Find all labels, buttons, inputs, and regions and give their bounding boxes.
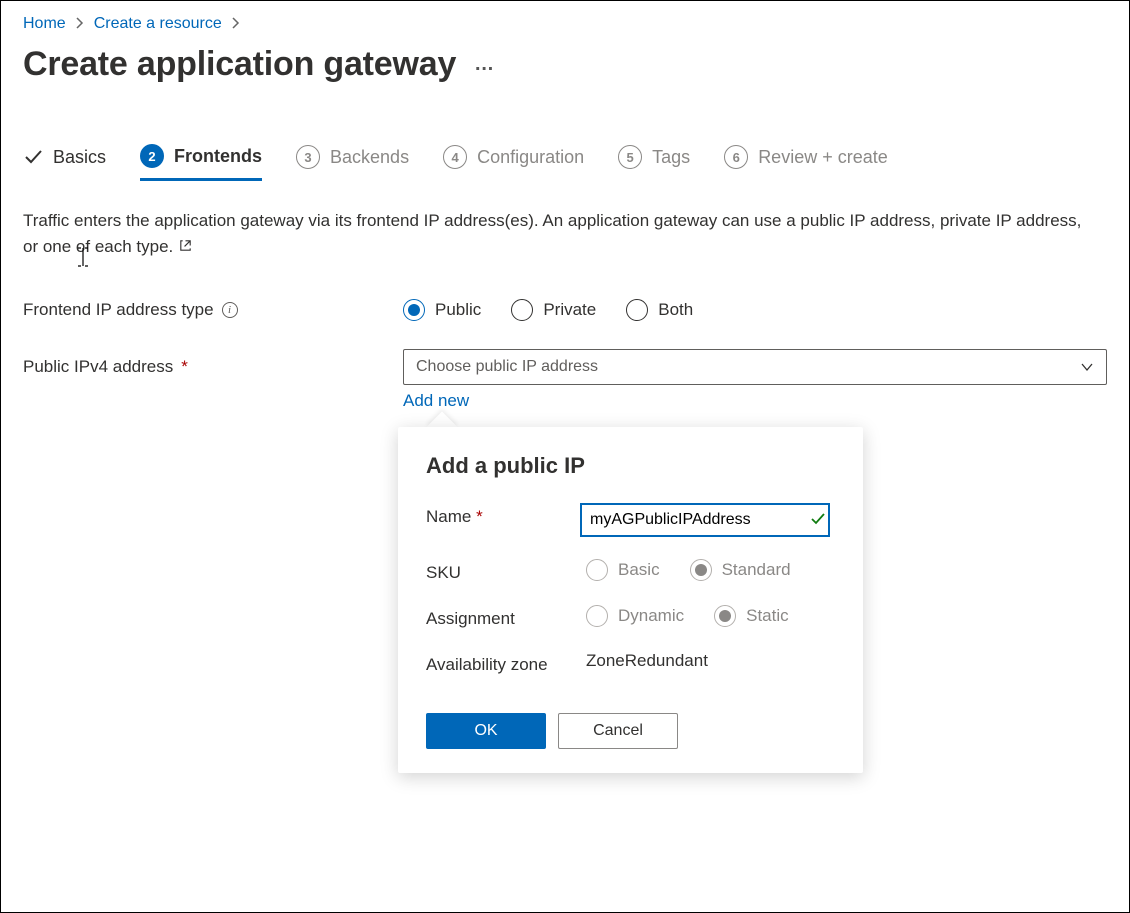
page-title: Create application gateway … [23, 45, 1107, 84]
radio-sku-standard: Standard [690, 559, 791, 581]
callout-buttons: OK Cancel [426, 713, 835, 749]
label-assignment: Assignment [426, 605, 586, 629]
step-number-5-icon: 5 [618, 145, 642, 169]
radio-label: Basic [618, 560, 660, 580]
label-text: Frontend IP address type [23, 300, 214, 320]
frontends-form: Frontend IP address type i Public Privat… [23, 295, 1107, 411]
radio-label: Private [543, 300, 596, 320]
row-public-ipv4: Public IPv4 address * Choose public IP a… [23, 349, 1107, 385]
row-frontend-ip-type: Frontend IP address type i Public Privat… [23, 295, 1107, 325]
breadcrumb: Home Create a resource [23, 15, 1107, 33]
valid-check-icon [809, 510, 827, 528]
label-text: Name [426, 507, 471, 526]
tab-tags[interactable]: 5 Tags [618, 145, 690, 179]
ok-button[interactable]: OK [426, 713, 546, 749]
tab-frontends[interactable]: 2 Frontends [140, 144, 262, 181]
more-actions-icon[interactable]: … [474, 53, 496, 76]
chevron-right-icon [232, 17, 240, 32]
label-frontend-ip-type: Frontend IP address type i [23, 300, 403, 320]
radio-dot-icon [626, 299, 648, 321]
breadcrumb-home[interactable]: Home [23, 15, 66, 33]
label-sku: SKU [426, 559, 586, 583]
add-new-public-ip-link[interactable]: Add new [403, 391, 469, 410]
tab-backends[interactable]: 3 Backends [296, 145, 409, 179]
radio-assignment-static: Static [714, 605, 789, 627]
radio-sku-basic: Basic [586, 559, 660, 581]
radio-label: Both [658, 300, 693, 320]
chevron-down-icon [1080, 360, 1094, 374]
radio-group-frontend-ip-type: Public Private Both [403, 299, 693, 321]
name-input[interactable] [580, 503, 830, 537]
tab-label-review: Review + create [758, 147, 888, 168]
frontends-description: Traffic enters the application gateway v… [23, 208, 1083, 261]
radio-label: Standard [722, 560, 791, 580]
radio-dot-icon [714, 605, 736, 627]
row-sku: SKU Basic Standard [426, 559, 835, 583]
tab-label-basics: Basics [53, 147, 106, 168]
info-icon[interactable]: i [222, 302, 238, 318]
external-link-icon [178, 238, 193, 253]
radio-assignment-dynamic: Dynamic [586, 605, 684, 627]
chevron-right-icon [76, 17, 84, 32]
radio-dot-icon [690, 559, 712, 581]
learn-more-link[interactable] [178, 237, 193, 256]
step-number-6-icon: 6 [724, 145, 748, 169]
required-indicator: * [476, 507, 483, 526]
callout-title: Add a public IP [426, 453, 835, 479]
select-placeholder: Choose public IP address [416, 358, 598, 376]
radio-dot-icon [586, 605, 608, 627]
row-name: Name * [426, 503, 835, 537]
radio-dot-icon [511, 299, 533, 321]
radio-label: Dynamic [618, 606, 684, 626]
tab-label-frontends: Frontends [174, 146, 262, 167]
add-public-ip-callout: Add a public IP Name * SKU [398, 427, 863, 773]
radio-label: Static [746, 606, 789, 626]
wizard-tabs: Basics 2 Frontends 3 Backends 4 Configur… [23, 144, 1107, 180]
radio-label: Public [435, 300, 481, 320]
check-icon [23, 147, 43, 167]
tab-label-backends: Backends [330, 147, 409, 168]
page-title-text: Create application gateway [23, 45, 456, 84]
radio-both[interactable]: Both [626, 299, 693, 321]
step-number-3-icon: 3 [296, 145, 320, 169]
tab-configuration[interactable]: 4 Configuration [443, 145, 584, 179]
radio-dot-icon [586, 559, 608, 581]
tab-label-tags: Tags [652, 147, 690, 168]
label-public-ipv4: Public IPv4 address * [23, 357, 403, 377]
radio-public[interactable]: Public [403, 299, 481, 321]
radio-private[interactable]: Private [511, 299, 596, 321]
required-indicator: * [181, 357, 188, 377]
cancel-button[interactable]: Cancel [558, 713, 678, 749]
tab-label-configuration: Configuration [477, 147, 584, 168]
breadcrumb-create-resource[interactable]: Create a resource [94, 15, 222, 33]
row-availability-zone: Availability zone ZoneRedundant [426, 651, 835, 675]
step-number-4-icon: 4 [443, 145, 467, 169]
label-text: Public IPv4 address [23, 357, 173, 377]
availability-zone-value: ZoneRedundant [586, 651, 835, 671]
radio-dot-icon [403, 299, 425, 321]
tab-basics[interactable]: Basics [23, 147, 106, 178]
label-name: Name * [426, 503, 580, 527]
select-public-ipv4[interactable]: Choose public IP address [403, 349, 1107, 385]
tab-review-create[interactable]: 6 Review + create [724, 145, 888, 179]
label-availability-zone: Availability zone [426, 651, 586, 675]
row-assignment: Assignment Dynamic Static [426, 605, 835, 629]
step-number-2-icon: 2 [140, 144, 164, 168]
